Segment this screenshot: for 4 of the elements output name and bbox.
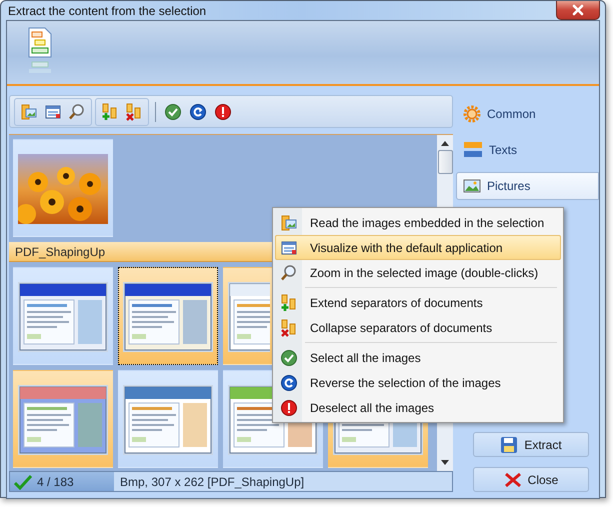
group-title: PDF_ShapingUp bbox=[15, 244, 106, 258]
image-info: Bmp, 307 x 262 [PDF_ShapingUp] bbox=[119, 474, 304, 490]
window-title: Extract the content from the selection bbox=[8, 4, 206, 18]
selection-count: 4 / 183 bbox=[37, 474, 74, 488]
